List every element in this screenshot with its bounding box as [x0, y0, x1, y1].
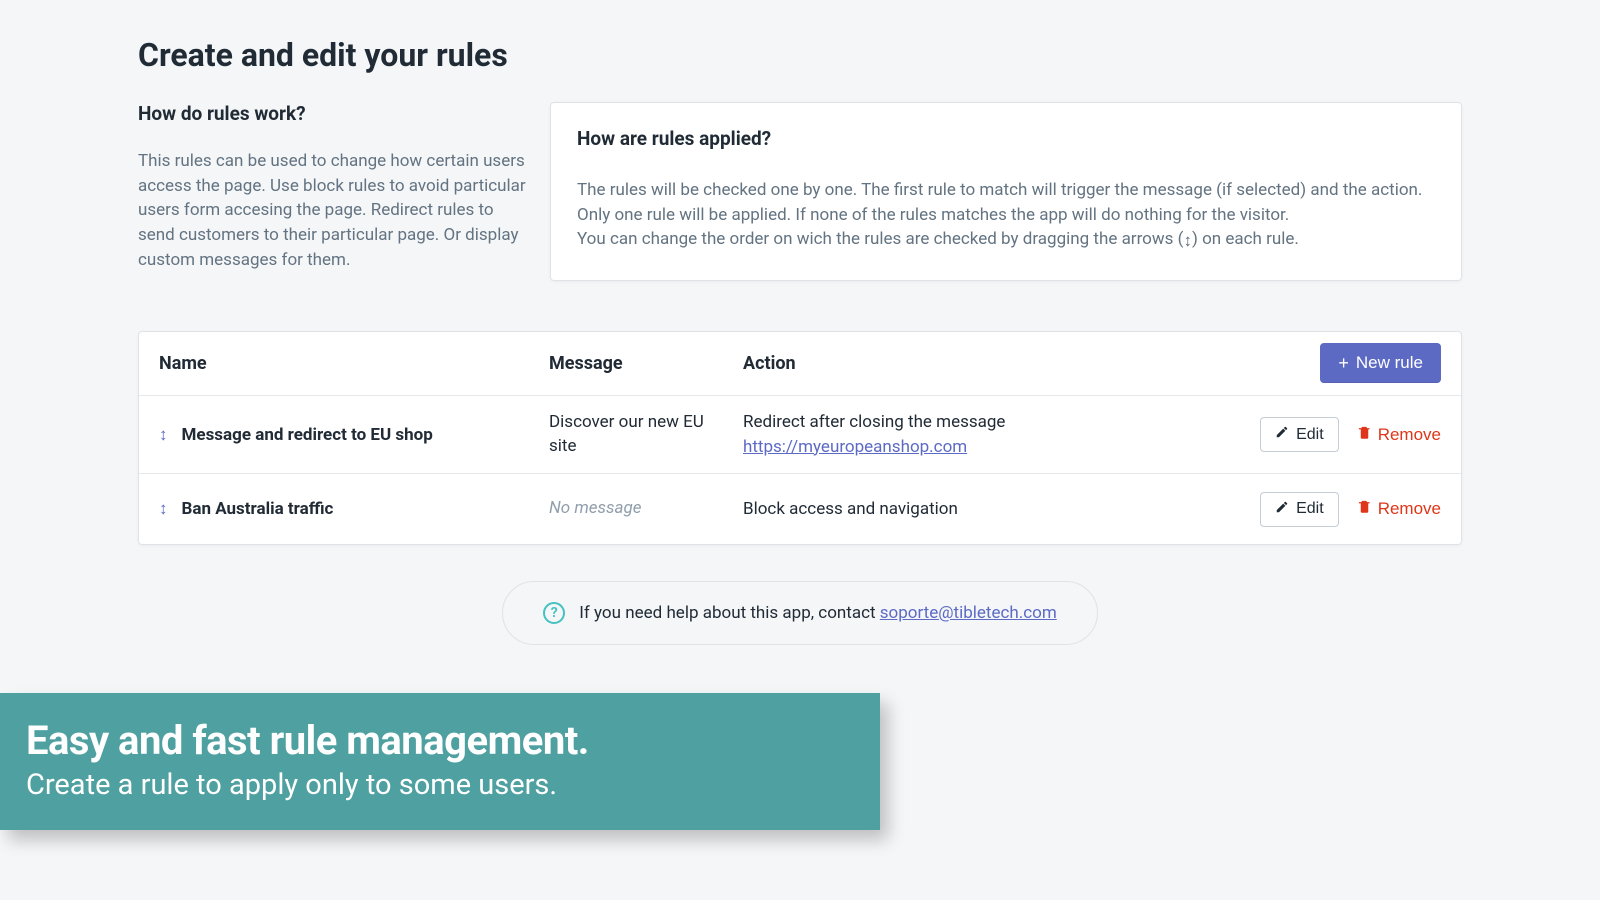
promo-subtitle: Create a rule to apply only to some user…	[26, 768, 832, 802]
new-rule-label: New rule	[1356, 353, 1423, 373]
trash-icon	[1357, 425, 1372, 445]
rule-action-text: Block access and navigation	[743, 499, 958, 519]
rule-action-text: Redirect after closing the message	[743, 412, 1005, 432]
edit-label: Edit	[1296, 426, 1324, 444]
help-text: If you need help about this app, contact…	[579, 603, 1056, 623]
col-header-name: Name	[159, 353, 549, 374]
promo-title: Easy and fast rule management.	[26, 717, 832, 764]
new-rule-button[interactable]: + New rule	[1320, 343, 1441, 383]
edit-label: Edit	[1296, 500, 1324, 518]
rule-message: Discover our new EU site	[549, 411, 743, 459]
rule-action: Block access and navigation	[743, 497, 1111, 522]
rule-name: Ban Australia traffic	[182, 499, 334, 519]
rule-action-link[interactable]: https://myeuropeanshop.com	[743, 437, 967, 457]
help-text-content: If you need help about this app, contact	[579, 603, 880, 623]
remove-button[interactable]: Remove	[1357, 425, 1441, 445]
how-rules-work-heading: How do rules work?	[138, 102, 526, 125]
drag-handle-icon: ↕	[1183, 229, 1192, 254]
how-rules-applied-body: The rules will be checked one by one. Th…	[577, 178, 1435, 254]
help-icon: ?	[543, 602, 565, 624]
how-rules-work-section: How do rules work? This rules can be use…	[138, 102, 526, 281]
remove-label: Remove	[1378, 425, 1441, 445]
how-rules-applied-body-2-pre: You can change the order on wich the rul…	[577, 229, 1183, 249]
edit-button[interactable]: Edit	[1260, 492, 1339, 527]
rule-message: No message	[549, 497, 743, 521]
how-rules-applied-body-2-post: ) on each rule.	[1192, 229, 1299, 249]
promo-banner: Easy and fast rule management. Create a …	[0, 693, 880, 830]
drag-handle-icon[interactable]: ↕	[159, 499, 168, 519]
how-rules-applied-heading: How are rules applied?	[577, 127, 1435, 150]
help-pill: ? If you need help about this app, conta…	[502, 581, 1097, 645]
rules-table: Name Message Action + New rule ↕ Message…	[138, 331, 1462, 545]
table-row: ↕ Message and redirect to EU shop Discov…	[139, 396, 1461, 474]
plus-icon: +	[1338, 354, 1349, 372]
how-rules-work-body: This rules can be used to change how cer…	[138, 149, 526, 272]
rule-action: Redirect after closing the message https…	[743, 410, 1111, 459]
page-title: Create and edit your rules	[138, 36, 1462, 74]
col-header-message: Message	[549, 353, 743, 374]
col-header-action: Action	[743, 353, 1111, 374]
remove-button[interactable]: Remove	[1357, 499, 1441, 519]
how-rules-applied-card: How are rules applied? The rules will be…	[550, 102, 1462, 281]
how-rules-applied-body-1: The rules will be checked one by one. Th…	[577, 180, 1422, 225]
pencil-icon	[1275, 425, 1289, 444]
table-row: ↕ Ban Australia traffic No message Block…	[139, 474, 1461, 544]
help-email-link[interactable]: soporte@tibletech.com	[880, 603, 1057, 623]
rule-name: Message and redirect to EU shop	[182, 425, 433, 445]
edit-button[interactable]: Edit	[1260, 417, 1339, 452]
info-row: How do rules work? This rules can be use…	[138, 102, 1462, 281]
remove-label: Remove	[1378, 499, 1441, 519]
table-header-row: Name Message Action + New rule	[139, 332, 1461, 396]
pencil-icon	[1275, 500, 1289, 519]
trash-icon	[1357, 499, 1372, 519]
drag-handle-icon[interactable]: ↕	[159, 425, 168, 445]
